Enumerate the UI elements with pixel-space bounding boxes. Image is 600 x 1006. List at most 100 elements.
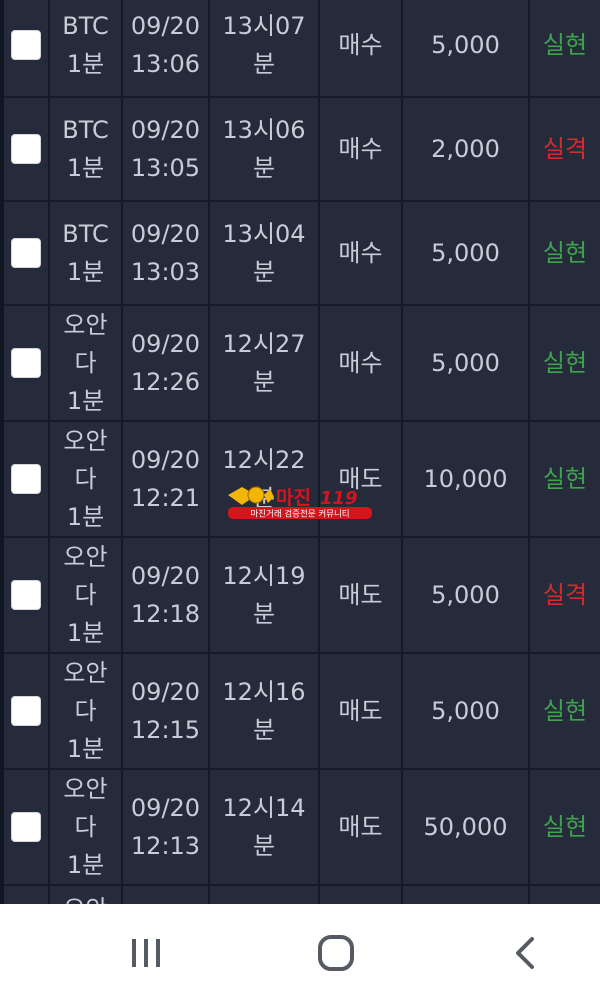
round-cell: 13시07 분	[210, 0, 320, 96]
partial-cell	[4, 886, 50, 904]
symbol-cell: 오안 다 1분	[50, 422, 123, 536]
datetime-label: 09/20 12:18	[131, 557, 200, 633]
round-cell: 12시19 분	[210, 538, 320, 652]
datetime-cell: 09/20 13:06	[123, 0, 210, 96]
symbol-label: BTC 1분	[62, 7, 108, 83]
symbol-line: 다	[74, 465, 97, 493]
recent-apps-button[interactable]	[86, 904, 206, 1006]
trade-result: 실현	[542, 697, 588, 725]
symbol-line: 1분	[66, 619, 105, 647]
round-line: 13시06	[222, 116, 306, 144]
symbol-cell: 오안다 1분	[50, 770, 123, 884]
result-cell: 실현	[530, 422, 600, 536]
symbol-label: 오안 다 1분	[63, 422, 107, 536]
symbol-cell: BTC 1분	[50, 0, 123, 96]
trade-date: 09/20	[130, 794, 201, 822]
round-line: 분	[252, 600, 276, 628]
datetime-label: 09/20 13:05	[131, 111, 200, 187]
partial-cell	[210, 886, 320, 904]
round-line: 12시27	[222, 330, 306, 358]
trade-side: 매수	[338, 31, 383, 59]
symbol-label: 오안다 1분	[63, 770, 107, 884]
back-button[interactable]	[466, 904, 586, 1006]
trade-result: 실현	[542, 813, 588, 841]
watermark-badge: 119	[320, 488, 358, 509]
round-line: 12시14	[222, 794, 306, 822]
row-checkbox[interactable]	[11, 30, 41, 60]
trade-amount: 5,000	[431, 697, 500, 725]
round-cell: 13시06 분	[210, 98, 320, 200]
round-label: 13시04 분	[222, 215, 305, 291]
select-cell	[4, 654, 50, 768]
side-cell: 매수	[320, 202, 403, 304]
back-icon	[508, 935, 544, 975]
datetime-label: 09/20 13:06	[131, 7, 200, 83]
trade-history-table: BTC 1분 09/20 13:06 13시07 분 매수 5,000 실현 BTC 1분 09/20…	[0, 0, 600, 904]
symbol-line: 1분	[66, 387, 105, 415]
recent-apps-icon	[128, 935, 164, 975]
symbol-line: 오안	[63, 775, 108, 803]
amount-cell: 50,000	[403, 770, 530, 884]
row-checkbox[interactable]	[11, 580, 41, 610]
symbol-line: 오안	[63, 890, 107, 904]
trade-amount: 2,000	[431, 135, 500, 163]
trade-time: 13:03	[130, 258, 201, 286]
trade-amount: 5,000	[431, 349, 500, 377]
datetime-cell: 09/20 13:05	[123, 98, 210, 200]
result-cell: 실격	[530, 98, 600, 200]
trade-date: 09/20	[130, 446, 201, 474]
trade-result: 실현	[542, 465, 588, 493]
symbol-line: 다	[74, 813, 97, 841]
symbol-label: 오안 다 1분	[63, 306, 107, 420]
row-checkbox[interactable]	[11, 812, 41, 842]
watermark-title: 마진	[276, 487, 311, 509]
row-checkbox[interactable]	[11, 696, 41, 726]
amount-cell: 10,000	[403, 422, 530, 536]
watermark-logo: 마진 119 마진거래 검증전문 커뮤니티	[226, 483, 376, 523]
round-line: 분	[252, 368, 276, 396]
trade-side: 매수	[338, 349, 383, 377]
partial-cell: 오안	[50, 886, 123, 904]
amount-cell: 5,000	[403, 202, 530, 304]
trade-time: 12:26	[130, 368, 201, 396]
round-label: 12시27 분	[222, 325, 305, 401]
trade-side: 매수	[338, 135, 383, 163]
symbol-line: 오안	[63, 543, 108, 571]
trade-time: 12:18	[130, 600, 201, 628]
round-cell: 13시04 분	[210, 202, 320, 304]
round-label: 13시07 분	[222, 7, 305, 83]
symbol-cell: 오안 다 1분	[50, 538, 123, 652]
row-checkbox[interactable]	[11, 134, 41, 164]
row-checkbox[interactable]	[11, 238, 41, 268]
trade-side: 매수	[338, 239, 383, 267]
trade-time: 12:15	[130, 716, 201, 744]
trade-result: 실격	[542, 581, 588, 609]
symbol-cell: BTC 1분	[50, 202, 123, 304]
symbol-line: BTC	[62, 12, 109, 40]
datetime-label: 09/20 12:21	[131, 441, 200, 517]
amount-cell: 5,000	[403, 0, 530, 96]
round-cell: 12시27 분	[210, 306, 320, 420]
side-cell: 매수	[320, 0, 403, 96]
symbol-label: 오안 다 1분	[63, 538, 107, 652]
trade-side: 매도	[338, 697, 383, 725]
trade-date: 09/20	[130, 116, 201, 144]
result-cell: 실격	[530, 538, 600, 652]
result-cell: 실현	[530, 202, 600, 304]
symbol-cell: 오안 다 1분	[50, 654, 123, 768]
partial-cell	[123, 886, 210, 904]
trade-amount: 5,000	[431, 239, 500, 267]
round-label: 13시06 분	[222, 111, 305, 187]
symbol-line: 1분	[66, 503, 105, 531]
row-checkbox[interactable]	[11, 348, 41, 378]
symbol-line: 1분	[66, 735, 105, 763]
symbol-line: 1분	[66, 851, 105, 879]
table-row: 오안 다 1분 09/20 12:13 12시14 분 매도 50,000 실현	[4, 770, 600, 886]
table-row-partial: 오안	[4, 886, 600, 904]
row-checkbox[interactable]	[11, 464, 41, 494]
trade-amount: 10,000	[423, 465, 508, 493]
trade-time: 13:06	[130, 50, 201, 78]
home-button[interactable]	[276, 904, 396, 1006]
trade-amount: 50,000	[423, 813, 508, 841]
round-line: 13시04	[222, 220, 306, 248]
